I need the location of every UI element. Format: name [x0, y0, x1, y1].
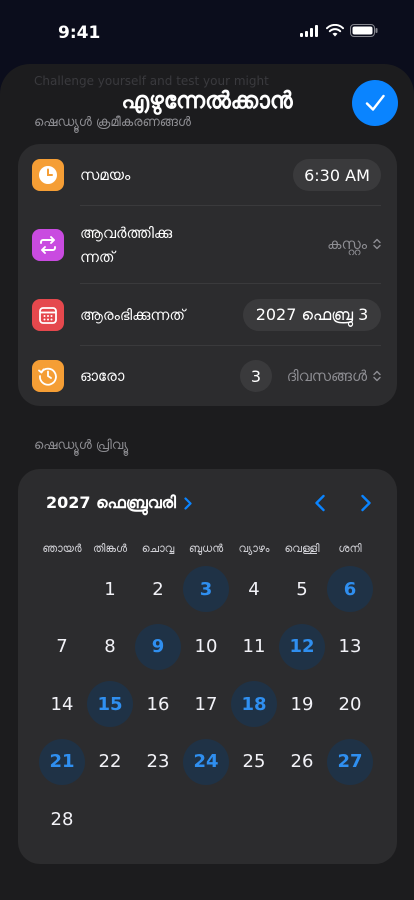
start-label: ആരംഭിക്കുന്നത്	[80, 306, 186, 324]
calendar-day-selected[interactable]: 9	[135, 623, 181, 670]
month-year-label: 2027 ഫെബ്രുവരി	[46, 493, 176, 512]
wifi-icon	[326, 24, 344, 37]
calendar-day[interactable]: 8	[87, 624, 133, 670]
history-icon	[38, 367, 57, 386]
weekday-header: ചൊവ്വ	[141, 542, 175, 555]
status-icons	[300, 24, 378, 37]
calendar-day[interactable]: 20	[327, 681, 373, 727]
start-date-row: ആരംഭിക്കുന്നത് 2027 ഫെബ്രു 3	[18, 284, 397, 346]
calendar-day-selected[interactable]: 27	[327, 738, 373, 785]
weekday-header: ബുധൻ	[188, 542, 224, 555]
weekday-header: വെള്ളി	[284, 542, 320, 555]
weekday-header: ഞായർ	[42, 542, 82, 555]
interval-row: ഓരോ 3 ദിവസങ്ങൾ	[18, 346, 397, 406]
month-year-button[interactable]: 2027 ഫെബ്രുവരി	[46, 493, 192, 513]
chevron-left-icon	[315, 494, 325, 512]
checkmark-icon	[365, 94, 385, 111]
chevron-right-icon	[361, 494, 371, 512]
interval-count-field[interactable]: 3	[240, 360, 272, 392]
chevron-right-icon	[184, 496, 192, 510]
repeat-label-line1: ആവർത്തിക്കു	[80, 224, 173, 242]
calendar-day[interactable]: 4	[231, 566, 277, 612]
calendar-day[interactable]: 25	[231, 739, 277, 785]
calendar-day[interactable]: 1	[87, 566, 133, 612]
interval-unit-menu[interactable]: ദിവസങ്ങൾ	[287, 367, 381, 385]
battery-icon	[350, 24, 378, 37]
time-picker[interactable]: 6:30 AM	[293, 159, 381, 191]
start-date-picker[interactable]: 2027 ഫെബ്രു 3	[243, 299, 381, 331]
calendar-day-selected[interactable]: 15	[87, 681, 133, 727]
calendar-day[interactable]: 10	[183, 624, 229, 670]
calendar-day[interactable]: 13	[327, 624, 373, 670]
calendar-day[interactable]: 23	[135, 739, 181, 785]
previous-month-button[interactable]	[306, 489, 334, 517]
schedule-settings-card: സമയം 6:30 AM ആവർത്തിക്കു ന്നത് കസ്റ്റം ആ…	[18, 144, 397, 406]
calendar-day[interactable]: 7	[39, 624, 85, 670]
next-month-button[interactable]	[352, 489, 380, 517]
calendar-card: 2027 ഫെബ്രുവരി ഞായർ തിങ്കൾ ചൊവ്വ ബുധൻ വ്യാഴം…	[18, 469, 397, 864]
chevron-up-down-icon	[373, 370, 381, 382]
clock-icon-tile	[32, 159, 64, 191]
schedule-settings-heading: ഷെഡ്യൂൾ ക്രമീകരണങ്ങൾ	[34, 115, 191, 130]
status-bar: 9:41	[0, 0, 414, 64]
calendar-icon	[39, 307, 57, 324]
calendar-day[interactable]: 5	[279, 566, 325, 612]
interval-unit: ദിവസങ്ങൾ	[286, 367, 367, 385]
calendar-day[interactable]: 28	[39, 796, 85, 842]
calendar-day-selected[interactable]: 21	[39, 738, 85, 785]
calendar-day[interactable]: 17	[183, 681, 229, 727]
cellular-signal-icon	[300, 24, 318, 37]
calendar-day[interactable]: 19	[279, 681, 325, 727]
repeat-label: ആവർത്തിക്കു ന്നത്	[80, 221, 172, 269]
calendar-day-selected[interactable]: 3	[183, 566, 229, 612]
alarm-sheet: Challenge yourself and test your might എ…	[0, 64, 414, 900]
schedule-preview-heading: ഷെഡ്യൂൾ പ്രിവ്യൂ	[34, 438, 129, 453]
repeat-icon	[40, 236, 56, 254]
calendar-day[interactable]: 2	[135, 566, 181, 612]
background-subtitle: Challenge yourself and test your might	[34, 74, 269, 88]
calendar-day[interactable]: 11	[231, 624, 277, 670]
repeat-menu[interactable]: കസ്റ്റം	[327, 235, 381, 253]
calendar-day-selected[interactable]: 6	[327, 566, 373, 612]
calendar-day-selected[interactable]: 24	[183, 738, 229, 785]
chevron-up-down-icon	[373, 238, 381, 250]
calendar-day[interactable]: 22	[87, 739, 133, 785]
repeat-row[interactable]: ആവർത്തിക്കു ന്നത് കസ്റ്റം	[18, 206, 397, 284]
time-row: സമയം 6:30 AM	[18, 144, 397, 206]
repeat-value: കസ്റ്റം	[327, 235, 367, 253]
repeat-icon-tile	[32, 229, 64, 261]
status-time: 9:41	[58, 23, 101, 43]
calendar-day-selected[interactable]: 18	[231, 681, 277, 727]
calendar-day[interactable]: 16	[135, 681, 181, 727]
interval-label: ഓരോ	[80, 367, 125, 385]
weekday-header: തിങ്കൾ	[93, 542, 127, 555]
calendar-day[interactable]: 14	[39, 681, 85, 727]
repeat-label-line2: ന്നത്	[80, 248, 115, 266]
calendar-icon-tile	[32, 299, 64, 331]
weekday-header: ശനി	[338, 542, 362, 555]
calendar-day[interactable]: 26	[279, 739, 325, 785]
time-label: സമയം	[80, 166, 131, 184]
clock-icon	[39, 166, 57, 184]
confirm-button[interactable]	[352, 80, 398, 126]
weekday-header: വ്യാഴം	[238, 542, 270, 555]
history-icon-tile	[32, 360, 64, 392]
calendar-day-selected[interactable]: 12	[279, 623, 325, 670]
